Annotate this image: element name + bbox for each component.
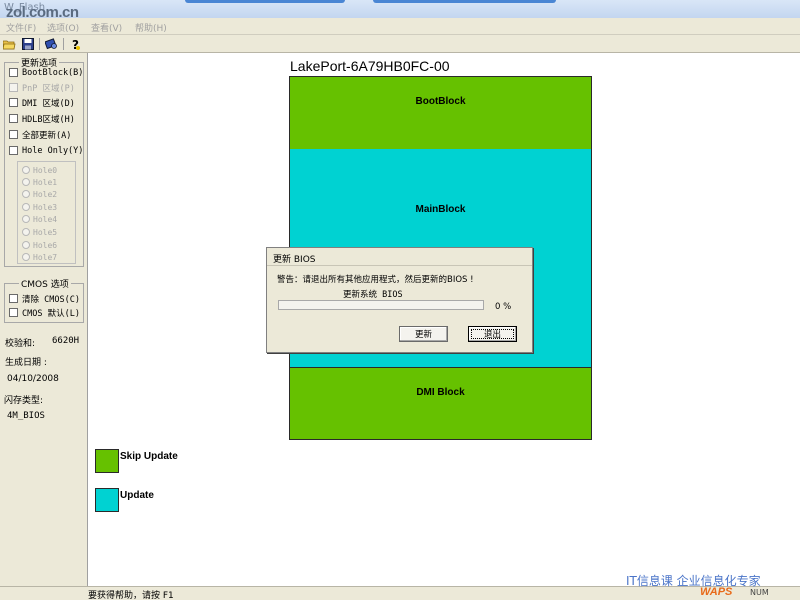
dialog-status: 更新系统 BIOS (343, 290, 403, 300)
watermark-brand-logo: WAPS (700, 586, 733, 598)
checkbox-icon[interactable] (9, 68, 18, 77)
checkbox-icon (9, 83, 18, 92)
bios-title: LakePort-6A79HB0FC-00 (290, 58, 450, 74)
toolbar-separator (63, 38, 64, 50)
checksum-label: 校验和: (5, 339, 36, 349)
radio-hole4: Hole4 (22, 213, 57, 225)
checksum-value: 6620H (52, 336, 80, 346)
radio-icon (22, 166, 30, 174)
radio-hole2: Hole2 (22, 188, 57, 200)
checkbox-hdlb-area[interactable]: HDLB区域(H) (9, 112, 75, 125)
hole-radio-group: Hole0 Hole1 Hole2 Hole3 Hole4 Hole5 Hole… (17, 161, 76, 264)
legend-update-label: Update (120, 490, 154, 501)
menu-options[interactable]: 选项(O) (47, 21, 79, 34)
radio-icon (22, 241, 30, 249)
save-icon[interactable] (20, 37, 35, 51)
progress-bar (278, 300, 484, 310)
radio-hole6: Hole6 (22, 239, 57, 251)
legend-skip-update-swatch (95, 449, 119, 473)
help-icon[interactable]: ? (68, 37, 83, 51)
block-dmi: DMI Block (289, 367, 592, 440)
radio-icon (22, 215, 30, 223)
legend-skip-update-label: Skip Update (120, 451, 178, 462)
status-help-text: 要获得帮助，请按 F1 (88, 591, 174, 600)
checkbox-icon[interactable] (9, 294, 18, 303)
menu-help[interactable]: 帮助(H) (135, 21, 167, 34)
exit-button[interactable]: 退出 (468, 326, 517, 342)
checkbox-update-all[interactable]: 全部更新(A) (9, 128, 71, 141)
radio-icon (22, 253, 30, 261)
menu-bar: 文件(F) 选项(O) 查看(V) 帮助(H) (0, 18, 800, 35)
checkbox-pnp-area: PnP 区域(P) (9, 81, 75, 94)
checkbox-clear-cmos[interactable]: 清除 CMOS(C) (9, 292, 80, 305)
checkbox-dmi-area[interactable]: DMI 区域(D) (9, 96, 75, 109)
title-bar: W_Flash zol.com.cn (0, 0, 800, 21)
radio-hole1: Hole1 (22, 176, 57, 188)
checkbox-icon[interactable] (9, 114, 18, 123)
checkbox-icon[interactable] (9, 146, 18, 155)
checkbox-icon[interactable] (9, 130, 18, 139)
cmos-options-legend: CMOS 选项 (21, 280, 69, 290)
checkbox-bootblock[interactable]: BootBlock(B) (9, 66, 83, 79)
flash-chip-icon[interactable] (44, 37, 59, 51)
options-panel: 更新选项 BootBlock(B) PnP 区域(P) DMI 区域(D) HD… (0, 53, 88, 586)
radio-icon (22, 178, 30, 186)
num-lock-indicator: NUM (750, 588, 769, 597)
build-date-value: 04/10/2008 (7, 374, 59, 384)
radio-hole7: Hole7 (22, 251, 57, 263)
radio-hole3: Hole3 (22, 201, 57, 213)
checkbox-cmos-default[interactable]: CMOS 默认(L) (9, 306, 80, 319)
menu-view[interactable]: 查看(V) (91, 21, 122, 34)
radio-hole5: Hole5 (22, 226, 57, 238)
dialog-warning: 警告：请退出所有其他应用程式，然后更新的BIOS ! (277, 275, 474, 285)
toolbar: ? (0, 35, 800, 53)
browser-tab[interactable] (373, 0, 556, 3)
radio-icon (22, 190, 30, 198)
radio-hole0: Hole0 (22, 164, 57, 176)
checkbox-icon[interactable] (9, 98, 18, 107)
update-button[interactable]: 更新 (399, 326, 448, 342)
watermark-text: IT信息课 企业信息化专家 (626, 574, 761, 588)
flash-type-value: 4M_BIOS (7, 411, 45, 421)
checkbox-icon[interactable] (9, 308, 18, 317)
open-folder-icon[interactable] (2, 37, 17, 51)
radio-icon (22, 203, 30, 211)
block-bootblock: BootBlock (289, 76, 592, 150)
radio-icon (22, 228, 30, 236)
toolbar-separator (39, 38, 40, 50)
build-date-label: 生成日期 : (5, 358, 47, 368)
checkbox-hole-only[interactable]: Hole Only(Y) (9, 144, 83, 157)
legend-update-swatch (95, 488, 119, 512)
progress-percent: 0 % (495, 302, 512, 312)
menu-file[interactable]: 文件(F) (6, 21, 36, 34)
flash-type-label: 闪存类型: (4, 396, 44, 406)
browser-tab[interactable] (185, 0, 345, 3)
update-bios-dialog: 更新 BIOS 警告：请退出所有其他应用程式，然后更新的BIOS ! 更新系统 … (266, 247, 533, 353)
dialog-title: 更新 BIOS (267, 248, 532, 266)
